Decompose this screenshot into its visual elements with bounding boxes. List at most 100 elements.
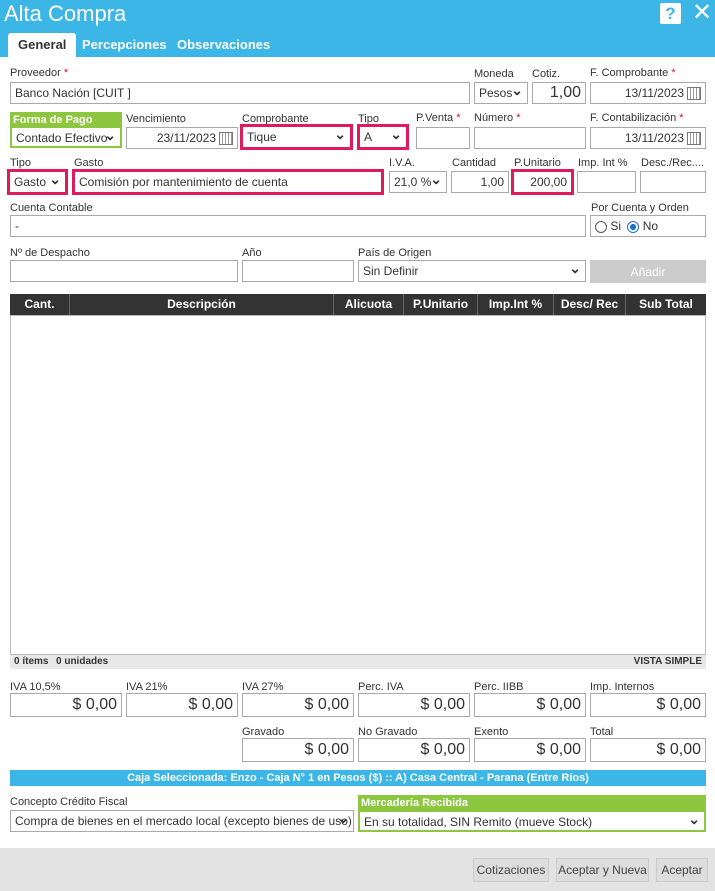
footer-bar: Cotizaciones Aceptar y Nueva Aceptar	[0, 848, 715, 891]
anio-label: Año	[242, 247, 262, 259]
pais-label: País de Origen	[358, 247, 432, 259]
grid-header: Cant. Descripción Alicuota P.Unitario Im…	[10, 294, 706, 315]
exento-label: Exento	[474, 726, 509, 738]
col-subtotal[interactable]: Sub Total	[626, 294, 706, 315]
window-title: Alta Compra	[4, 1, 127, 26]
no-radio[interactable]	[627, 220, 640, 233]
aceptar-y-nueva-button[interactable]: Aceptar y Nueva	[556, 858, 649, 882]
numero-input[interactable]	[474, 127, 586, 149]
col-impint[interactable]: Imp.Int %	[478, 294, 554, 315]
por-cuenta-radio-group: Si No	[590, 215, 706, 237]
gasto-label: Gasto	[74, 157, 104, 169]
caja-seleccionada-bar[interactable]: Caja Seleccionada: Enzo - Caja N° 1 en P…	[10, 770, 706, 786]
f-comprobante-input[interactable]: 13/11/2023	[590, 82, 706, 104]
pais-select[interactable]: Sin Definir	[358, 260, 586, 282]
iva21-value: $ 0,00	[126, 693, 238, 717]
col-descripcion[interactable]: Descripción	[70, 294, 334, 315]
total-label: Total	[590, 726, 614, 738]
anadir-button[interactable]: Añadir	[590, 260, 706, 283]
help-icon[interactable]: ?	[660, 3, 681, 24]
cuenta-input[interactable]: -	[10, 215, 586, 237]
calendar-icon[interactable]	[687, 132, 701, 146]
anio-input[interactable]	[242, 260, 354, 282]
grid-footer: 0 ítems 0 unidades VISTA SIMPLE	[10, 655, 706, 669]
cantidad-input[interactable]: 1,00	[451, 171, 509, 193]
calendar-icon[interactable]	[219, 132, 233, 146]
descrec-label: Desc./Rec....	[641, 157, 704, 169]
imp-internos-value: $ 0,00	[590, 693, 706, 717]
concepto-label: Concepto Crédito Fiscal	[10, 796, 128, 808]
tipo-select[interactable]: A	[357, 124, 409, 150]
tipo2-select[interactable]: Gasto	[7, 169, 68, 195]
perc-iva-label: Perc. IVA	[358, 681, 404, 693]
iva21-label: IVA 21%	[126, 681, 168, 693]
vencimiento-input[interactable]: 23/11/2023	[126, 127, 238, 149]
tipo2-label: Tipo	[10, 157, 31, 169]
gasto-input[interactable]: Comisión por mantenimiento de cuenta	[72, 169, 384, 195]
mercaderia-label: Mercadería Recibida	[358, 795, 706, 811]
gravado-value: $ 0,00	[242, 738, 354, 762]
punitario-input[interactable]: 200,00	[511, 169, 574, 195]
aceptar-button[interactable]: Aceptar	[656, 858, 708, 882]
f-comprobante-label: F. Comprobante *	[590, 67, 676, 79]
moneda-select[interactable]: Pesos	[474, 82, 528, 104]
col-punitario[interactable]: P.Unitario	[404, 294, 478, 315]
cotiz-label: Cotiz.	[532, 68, 561, 80]
descrec-input[interactable]	[640, 171, 706, 193]
perc-iibb-value: $ 0,00	[474, 693, 586, 717]
close-icon[interactable]: ✕	[692, 0, 712, 26]
por-cuenta-label: Por Cuenta y Orden	[591, 202, 689, 214]
vista-simple-link[interactable]: VISTA SIMPLE	[634, 656, 702, 667]
iva27-label: IVA 27%	[242, 681, 284, 693]
impint-label: Imp. Int %	[578, 157, 628, 169]
units-count: 0 unidades	[56, 656, 109, 667]
imp-internos-label: Imp. Internos	[590, 681, 655, 693]
iva105-value: $ 0,00	[10, 693, 122, 717]
calendar-icon[interactable]	[687, 87, 701, 101]
items-grid[interactable]	[10, 315, 706, 655]
cantidad-label: Cantidad	[452, 157, 497, 169]
window-header: Alta Compra ? ✕ General Percepciones Obs…	[0, 0, 715, 57]
exento-value: $ 0,00	[474, 738, 586, 762]
no-gravado-label: No Gravado	[358, 726, 418, 738]
proveedor-input[interactable]: Banco Nación [CUIT ]	[10, 82, 470, 104]
col-descrec[interactable]: Desc/ Rec	[554, 294, 626, 315]
no-gravado-value: $ 0,00	[358, 738, 470, 762]
despacho-input[interactable]	[10, 260, 238, 282]
tab-percepciones[interactable]: Percepciones	[72, 33, 177, 57]
si-radio[interactable]	[595, 220, 607, 233]
col-cant[interactable]: Cant.	[10, 294, 70, 315]
gravado-label: Gravado	[242, 726, 285, 738]
iva-label: I.V.A.	[389, 157, 415, 169]
iva-select[interactable]: 21,0 %	[389, 171, 447, 193]
col-alicuota[interactable]: Alicuota	[334, 294, 404, 315]
iva27-value: $ 0,00	[242, 693, 354, 717]
comprobante-select[interactable]: Tique	[240, 124, 353, 150]
cotizaciones-button[interactable]: Cotizaciones	[473, 858, 549, 882]
punitario-label: P.Unitario	[514, 157, 561, 169]
pventa-input[interactable]	[416, 127, 470, 149]
pventa-label: P.Venta *	[416, 112, 461, 124]
mercaderia-select[interactable]: En su totalidad, SIN Remito (mueve Stock…	[358, 810, 706, 832]
si-label: Si	[610, 219, 622, 233]
iva105-label: IVA 10,5%	[10, 681, 61, 693]
items-count: 0 ítems	[14, 656, 49, 667]
moneda-label: Moneda	[474, 68, 514, 80]
no-label: No	[642, 219, 659, 233]
proveedor-label: Proveedor *	[10, 67, 69, 79]
tab-general[interactable]: General	[8, 33, 77, 57]
f-contabilizacion-label: F. Contabilización *	[590, 112, 684, 124]
vencimiento-label: Vencimiento	[126, 113, 186, 125]
cotiz-input[interactable]: 1,00	[532, 82, 586, 104]
impint-input[interactable]	[577, 171, 636, 193]
tab-observaciones[interactable]: Observaciones	[167, 33, 280, 57]
concepto-select[interactable]: Compra de bienes en el mercado local (ex…	[10, 810, 354, 832]
forma-pago-select[interactable]: Contado Efectivo	[10, 126, 122, 148]
total-value: $ 0,00	[590, 738, 706, 762]
numero-label: Número *	[474, 112, 521, 124]
f-contabilizacion-input[interactable]: 13/11/2023	[590, 127, 706, 149]
cuenta-label: Cuenta Contable	[10, 202, 93, 214]
perc-iibb-label: Perc. IIBB	[474, 681, 524, 693]
perc-iva-value: $ 0,00	[358, 693, 470, 717]
despacho-label: Nº de Despacho	[10, 247, 90, 259]
